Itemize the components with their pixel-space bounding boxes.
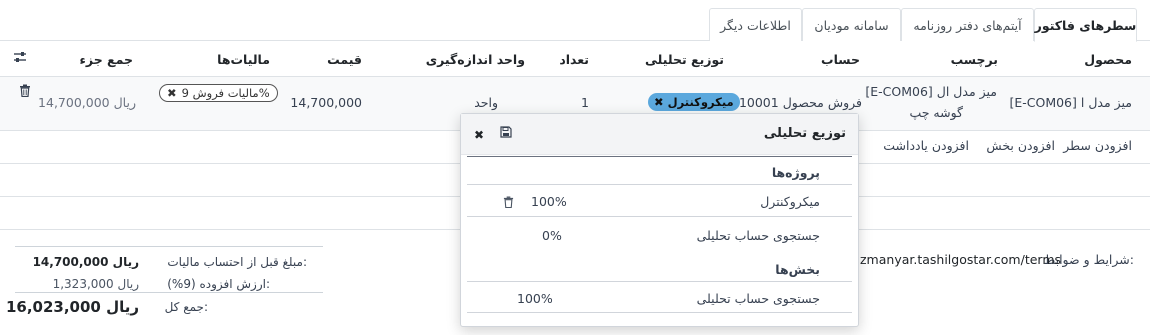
add-note-link[interactable]: افزودن یادداشت [883, 138, 969, 153]
section-search-input[interactable]: جستجوی حساب تحلیلی [697, 291, 820, 306]
tax-tag[interactable]: ✖ مالیات فروش 9% [159, 84, 278, 102]
add-section-link[interactable]: افزودن بخش [986, 138, 1055, 153]
trash-icon[interactable] [19, 84, 31, 98]
col-header-product[interactable]: محصول [1084, 42, 1132, 76]
project-row-pct[interactable]: 100% [531, 194, 567, 209]
tab-other-info[interactable]: اطلاعات دیگر [709, 8, 802, 41]
trash-icon[interactable] [503, 196, 514, 209]
project-row-divider [467, 216, 852, 217]
tab-invoice-lines[interactable]: سطرهای فاکتور [1034, 8, 1137, 42]
section-search-pct[interactable]: 100% [517, 291, 553, 306]
tab-taxpayer-system[interactable]: سامانه مودیان [802, 8, 901, 41]
tab-journal-items[interactable]: آیتم‌های دفتر روزنامه [901, 8, 1034, 41]
analytic-distribution-popover: توزیع تحلیلی ✖ پروژه‌ها میکروکنترل 100% … [460, 113, 859, 327]
line-account[interactable]: 610001 فروش محصول [731, 95, 862, 110]
col-header-uom[interactable]: واحد اندازه‌گیری [426, 42, 525, 76]
col-header-account[interactable]: حساب [821, 42, 860, 76]
save-icon[interactable] [500, 126, 512, 138]
sections-divider [467, 281, 852, 282]
total-label: جمع کل: [164, 300, 208, 314]
line-product[interactable]: [E-COM06] میز مدل ا [1009, 95, 1132, 110]
line-label-1[interactable]: [E-COM06] میز مدل ال [865, 84, 997, 99]
col-header-price[interactable]: قیمت [327, 42, 362, 76]
line-label-2[interactable]: گوشه چپ [909, 105, 963, 120]
popover-title: توزیع تحلیلی [763, 126, 846, 141]
line-subtotal: 14,700,000 ریال [38, 95, 136, 110]
projects-heading: پروژه‌ها [771, 165, 820, 180]
analytic-tag-label: میکروکنترل [667, 95, 734, 109]
project-row-name[interactable]: میکروکنترل [760, 194, 820, 209]
untaxed-value: 14,700,000 ریال [32, 255, 139, 269]
vat-value: 1,323,000 ریال [52, 277, 139, 291]
col-header-label[interactable]: برچسب [951, 42, 998, 76]
sections-heading: بخش‌ها [775, 262, 820, 277]
tax-tag-label: مالیات فروش 9% [181, 86, 270, 100]
line-price[interactable]: 14,700,000 [290, 95, 362, 110]
untaxed-label: مبلغ قبل از احتساب مالیات: [167, 255, 307, 269]
projects-divider [467, 184, 852, 185]
col-header-subtotal[interactable]: جمع جزء [80, 42, 133, 76]
tax-tag-remove-icon[interactable]: ✖ [167, 86, 177, 100]
project-search-input[interactable]: جستجوی حساب تحلیلی [697, 228, 820, 243]
analytic-tag-remove-icon[interactable]: ✖ [654, 95, 664, 109]
col-header-taxes[interactable]: مالیات‌ها [217, 42, 270, 76]
terms-url[interactable]: zmanyar.tashilgostar.com/terms [860, 252, 1061, 267]
col-header-analytic[interactable]: توزیع تحلیلی [645, 42, 724, 76]
popover-divider [467, 156, 852, 157]
line-uom[interactable]: واحد [474, 95, 498, 110]
add-line-link[interactable]: افزودن سطر [1063, 138, 1132, 153]
total-value: 16,023,000 ریال [5, 298, 139, 316]
project-search-pct[interactable]: 0% [542, 228, 562, 243]
col-header-quantity[interactable]: تعداد [559, 42, 589, 76]
section-search-divider [467, 312, 852, 313]
sliders-icon[interactable] [12, 49, 28, 65]
line-quantity[interactable]: 1 [581, 95, 589, 110]
vat-label: ارزش افزوده (9%): [167, 277, 270, 291]
totals-top-divider [15, 246, 323, 247]
analytic-tag[interactable]: ✖ میکروکنترل [648, 93, 740, 111]
totals-mid-divider [15, 292, 323, 293]
close-icon[interactable]: ✖ [474, 128, 484, 142]
